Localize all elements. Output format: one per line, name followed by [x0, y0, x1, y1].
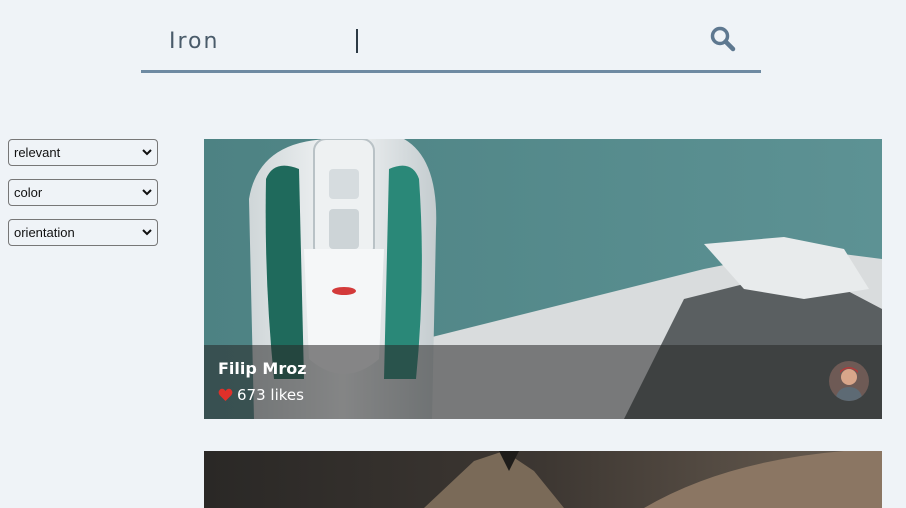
chevron-down-icon	[142, 149, 152, 156]
search-input[interactable]	[169, 26, 689, 56]
search-icon[interactable]	[710, 26, 736, 52]
sort-select[interactable]: relevant	[8, 139, 158, 166]
orientation-select[interactable]: orientation	[8, 219, 158, 246]
photo-info-overlay: Filip Mroz 673 likes	[204, 345, 882, 419]
chevron-down-icon	[142, 189, 152, 196]
photo-card[interactable]: Filip Mroz 673 likes	[204, 139, 882, 419]
orientation-select-value: orientation	[14, 225, 75, 240]
avatar[interactable]	[829, 361, 869, 401]
text-caret	[356, 29, 358, 53]
filter-panel: relevant color orientation	[8, 139, 158, 259]
photo-likes: 673 likes	[218, 386, 304, 404]
likes-count: 673 likes	[237, 386, 304, 404]
color-select-value: color	[14, 185, 43, 200]
heart-icon	[218, 388, 233, 401]
photo-author-name[interactable]: Filip Mroz	[218, 359, 307, 378]
chevron-down-icon	[142, 229, 152, 236]
search-bar	[141, 18, 761, 73]
photo-second-result	[204, 451, 882, 508]
sort-select-value: relevant	[14, 145, 61, 160]
color-select[interactable]: color	[8, 179, 158, 206]
photo-card[interactable]	[204, 451, 882, 508]
